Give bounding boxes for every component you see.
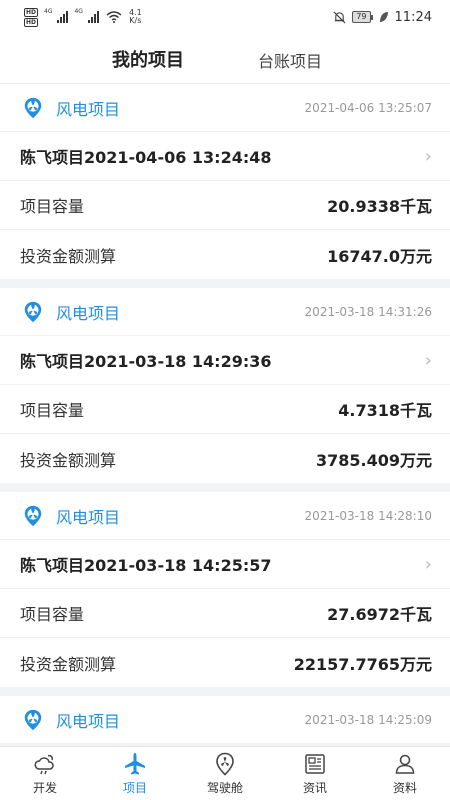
chevron-right-icon: › [424,145,432,167]
signal-label-1: 4G [44,7,53,15]
project-card: 风电项目 2021-03-18 14:31:26 陈飞项目2021-03-18 … [0,288,450,483]
wind-fan-pin-icon [24,709,42,730]
airplane-icon [125,752,145,774]
tab-ledger-projects[interactable]: 台账项目 [258,48,322,72]
user-icon [395,754,415,774]
project-category: 风电项目 [56,711,121,731]
nav-cockpit-label: 驾驶舱 [206,780,243,795]
tab-my-projects[interactable]: 我的项目 [112,46,184,72]
chevron-right-icon: › [424,349,432,371]
capacity-value: 27.6972千瓦 [327,605,432,624]
project-category: 风电项目 [56,507,121,527]
signal-icon [57,11,69,23]
capacity-value: 20.9338千瓦 [327,197,432,216]
nav-news[interactable]: 资讯 [270,747,360,800]
investment-row: 投资金额测算 3785.409万元 [0,434,450,483]
project-title-row[interactable]: 陈飞项目2021-03-18 14:29:36 › [0,336,450,385]
wind-fan-pin-icon [24,505,42,526]
leaf-icon [379,12,388,22]
investment-row: 投资金额测算 22157.7765万元 [0,638,450,687]
project-card: 风电项目 2021-03-18 14:28:10 陈飞项目2021-03-18 … [0,492,450,687]
nav-cockpit[interactable]: 驾驶舱 [180,747,270,800]
newspaper-icon [305,753,325,774]
investment-value: 3785.409万元 [315,450,432,470]
wind-fan-pin-icon [24,97,42,118]
battery-level: 79 [352,11,371,23]
investment-row: 投资金额测算 16747.0万元 [0,230,450,279]
project-title-row[interactable]: 陈飞项目2021-03-18 14:25:57 › [0,540,450,589]
investment-value: 16747.0万元 [327,246,432,266]
clock: 11:24 [394,9,432,25]
project-category: 风电项目 [56,303,121,323]
project-category: 风电项目 [56,99,121,119]
capacity-row: 项目容量 4.7318千瓦 [0,385,450,434]
card-header: 风电项目 2021-03-18 14:28:10 [0,492,450,540]
status-right: 79 11:24 [333,10,432,25]
mute-bell-icon [333,11,346,23]
capacity-label: 项目容量 [20,605,85,624]
nav-news-label: 资讯 [302,780,327,795]
status-bar: HD HD 4G 4G 4.1 K/s 79 11:24 [0,0,450,34]
project-title: 陈飞项目2021-03-18 14:29:36 [20,352,272,371]
capacity-row: 项目容量 20.9338千瓦 [0,181,450,230]
hd-badge-1: HD [24,7,39,17]
project-card: 风电项目 2021-03-18 14:25:09 [0,696,450,744]
investment-label: 投资金额测算 [20,654,117,674]
status-left: HD HD 4G 4G 4.1 K/s [24,7,142,27]
signal-label-2: 4G [74,7,83,15]
wifi-icon [106,11,122,23]
wind-fan-pin-icon [24,301,42,322]
signal-icon-2 [87,11,99,23]
investment-value: 22157.7765万元 [293,654,432,674]
map-pin-fan-icon [216,752,234,776]
capacity-row: 项目容量 27.6972千瓦 [0,589,450,638]
cloud-sun-icon [34,754,54,774]
nav-develop[interactable]: 开发 [0,747,90,800]
card-header: 风电项目 2021-04-06 13:25:07 [0,84,450,132]
nav-develop-label: 开发 [32,780,57,795]
capacity-value: 4.7318千瓦 [338,401,432,420]
project-timestamp: 2021-04-06 13:25:07 [304,100,432,115]
nav-projects[interactable]: 项目 [90,747,180,800]
top-tabs: 我的项目 台账项目 [0,34,450,84]
project-timestamp: 2021-03-18 14:31:26 [304,304,432,319]
investment-label: 投资金额测算 [20,450,117,470]
card-header: 风电项目 2021-03-18 14:31:26 [0,288,450,336]
nav-projects-label: 项目 [122,780,147,795]
project-title: 陈飞项目2021-04-06 13:24:48 [20,148,272,167]
project-title-row[interactable]: 陈飞项目2021-04-06 13:24:48 › [0,132,450,181]
battery-icon: 79 [352,11,373,23]
net-speed-unit: K/s [129,16,142,25]
capacity-label: 项目容量 [20,401,85,420]
investment-label: 投资金额测算 [20,246,117,266]
project-list[interactable]: 风电项目 2021-04-06 13:25:07 陈飞项目2021-04-06 … [0,84,450,746]
project-title: 陈飞项目2021-03-18 14:25:57 [20,556,272,575]
hd-badge-2: HD [24,17,39,27]
nav-profile[interactable]: 资料 [360,747,450,800]
nav-profile-label: 资料 [392,780,417,795]
card-header: 风电项目 2021-03-18 14:25:09 [0,696,450,744]
net-speed: 4.1 K/s [129,9,142,25]
capacity-label: 项目容量 [20,197,85,216]
hd-indicator: HD HD [24,7,39,27]
project-card: 风电项目 2021-04-06 13:25:07 陈飞项目2021-04-06 … [0,84,450,279]
project-timestamp: 2021-03-18 14:25:09 [304,712,432,727]
bottom-nav: 开发 项目 驾驶舱 资讯 资料 [0,746,450,800]
project-timestamp: 2021-03-18 14:28:10 [304,508,432,523]
chevron-right-icon: › [424,553,432,575]
